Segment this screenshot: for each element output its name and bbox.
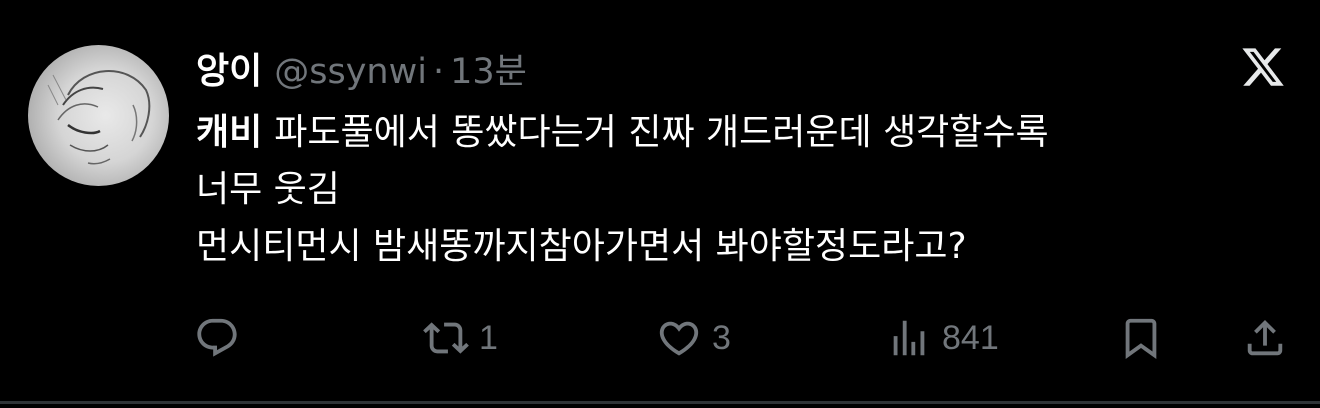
- tweet-text-line-1: 캐비 파도풀에서 똥쌌다는거 진짜 개드러운데 생각할수록: [196, 104, 1276, 161]
- separator-dot: ·: [432, 52, 445, 92]
- tweet-text-line-2: 너무 웃김: [196, 169, 340, 210]
- action-bar: 1 3 841: [0, 310, 1320, 366]
- tweet-text-line-3: 먼시티먼시 밤새똥까지참아가면서 봐야할정도라고?: [196, 226, 967, 267]
- tweet-text: 캐비 파도풀에서 똥쌌다는거 진짜 개드러운데 생각할수록 너무 웃김 먼시티먼시…: [196, 104, 1276, 275]
- avatar[interactable]: [28, 45, 169, 186]
- view-count: 841: [942, 318, 999, 357]
- reply-icon: [197, 318, 237, 357]
- timestamp[interactable]: 13분: [450, 43, 527, 94]
- avatar-image: [47, 70, 151, 165]
- bookmark-button[interactable]: [1118, 310, 1164, 366]
- reply-button[interactable]: [194, 310, 240, 366]
- share-icon: [1247, 319, 1283, 356]
- tweet-header: 앙이 @ssynwi · 13분: [196, 42, 527, 98]
- like-count: 3: [712, 318, 731, 357]
- user-handle[interactable]: @ssynwi: [274, 52, 427, 92]
- like-button[interactable]: 3: [656, 310, 731, 366]
- display-name[interactable]: 앙이: [196, 42, 262, 94]
- x-logo-icon: [1240, 44, 1286, 90]
- retweet-button[interactable]: 1: [423, 310, 498, 366]
- share-button[interactable]: [1242, 310, 1288, 366]
- tweet-card: 앙이 @ssynwi · 13분 캐비 파도풀에서 똥쌌다는거 진짜 개드러운데 …: [0, 0, 1320, 404]
- views-button[interactable]: 841: [886, 310, 999, 366]
- tweet-text-bold: 캐비: [196, 112, 263, 153]
- heart-icon: [659, 321, 699, 356]
- bookmark-icon: [1125, 318, 1157, 359]
- tweet-text-line-1-rest: 파도풀에서 똥쌌다는거 진짜 개드러운데 생각할수록: [274, 112, 1049, 153]
- views-icon: [893, 320, 925, 356]
- retweet-icon: [423, 322, 469, 354]
- retweet-count: 1: [479, 318, 498, 357]
